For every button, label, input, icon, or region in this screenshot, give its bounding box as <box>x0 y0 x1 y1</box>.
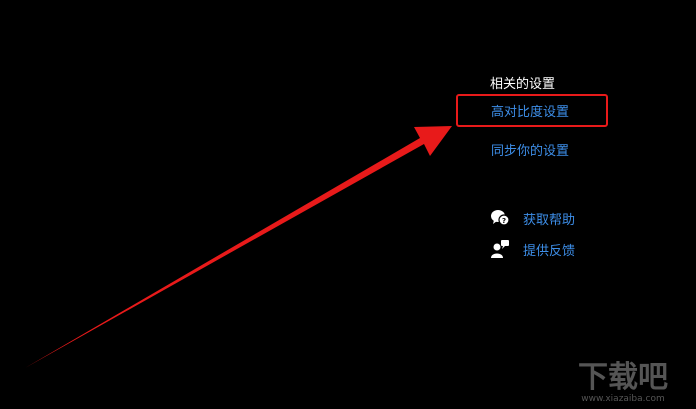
svg-text:?: ? <box>502 217 506 225</box>
watermark-brand: 下载吧 <box>578 360 668 395</box>
related-settings-title: 相关的设置 <box>490 77 556 92</box>
chat-bubble-question-icon: ? <box>490 208 510 228</box>
get-help-item[interactable]: ? 获取帮助 <box>490 208 575 228</box>
get-help-label: 获取帮助 <box>523 212 576 228</box>
sync-settings-link[interactable]: 同步你的设置 <box>491 144 569 160</box>
person-feedback-icon <box>490 239 510 259</box>
feedback-label: 提供反馈 <box>523 243 576 259</box>
watermark-logo: 下载吧 www.xiazaiba.com <box>558 355 688 405</box>
feedback-item[interactable]: 提供反馈 <box>490 239 575 259</box>
watermark-url: www.xiazaiba.com <box>581 394 665 404</box>
annotation-highlight-box <box>456 94 608 127</box>
annotation-arrow <box>25 126 452 368</box>
